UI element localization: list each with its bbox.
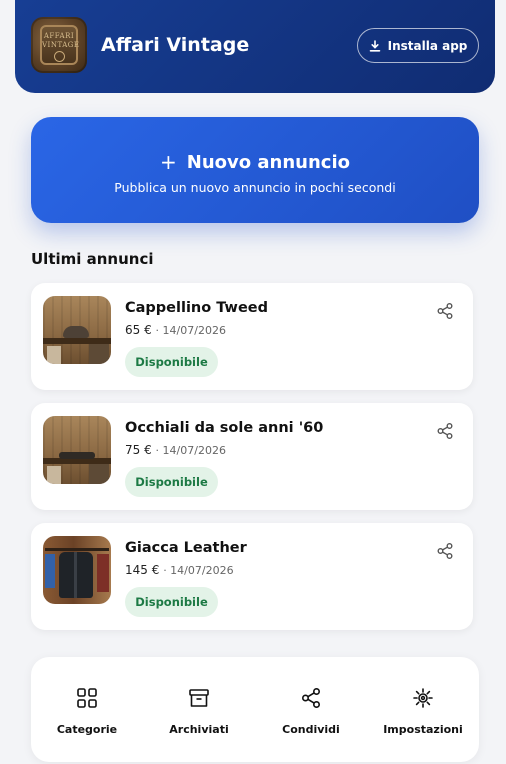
nav-label: Impostazioni xyxy=(383,723,463,736)
nav-label: Categorie xyxy=(56,723,118,736)
share-icon xyxy=(301,687,321,709)
section-title: Ultimi annunci xyxy=(31,250,154,268)
app-logo: AFFARI VINTAGE xyxy=(31,17,87,73)
listing-card[interactable]: Giacca Leather 145 € · 14/07/2026 Dispon… xyxy=(31,523,473,630)
new-listing-subtitle: Pubblica un nuovo annuncio in pochi seco… xyxy=(114,180,396,195)
status-badge: Disponibile xyxy=(125,467,218,497)
nav-item-categorie[interactable]: Categorie xyxy=(31,657,143,762)
listing-card[interactable]: Cappellino Tweed 65 € · 14/07/2026 Dispo… xyxy=(31,283,473,390)
plus-icon: + xyxy=(160,150,177,174)
app-header: AFFARI VINTAGE Affari Vintage Installa a… xyxy=(15,0,495,93)
new-listing-title: Nuovo annuncio xyxy=(186,151,350,173)
nav-label: Archiviati xyxy=(169,723,229,736)
listing-share-button[interactable] xyxy=(435,541,455,561)
bottom-nav: Categorie Archiviati Condividi Impostazi… xyxy=(31,657,479,762)
listing-title: Giacca Leather xyxy=(125,540,247,556)
listing-meta: 65 € · 14/07/2026 xyxy=(125,323,226,337)
listing-card[interactable]: Occhiali da sole anni '60 75 € · 14/07/2… xyxy=(31,403,473,510)
listing-thumbnail xyxy=(43,416,111,484)
share-icon xyxy=(437,543,453,559)
nav-item-archiviati[interactable]: Archiviati xyxy=(143,657,255,762)
app-title: Affari Vintage xyxy=(101,34,250,56)
listing-title: Cappellino Tweed xyxy=(125,300,269,316)
listing-title: Occhiali da sole anni '60 xyxy=(125,420,324,436)
listing-meta: 145 € · 14/07/2026 xyxy=(125,563,234,577)
gear-icon xyxy=(413,688,433,708)
new-listing-button[interactable]: + Nuovo annuncio Pubblica un nuovo annun… xyxy=(31,117,479,223)
logo-text-2: VINTAGE xyxy=(42,41,80,49)
listing-thumbnail xyxy=(43,536,111,604)
grid-icon xyxy=(77,688,97,708)
listing-share-button[interactable] xyxy=(435,421,455,441)
nav-item-impostazioni[interactable]: Impostazioni xyxy=(367,657,479,762)
listing-meta: 75 € · 14/07/2026 xyxy=(125,443,226,457)
listing-price: 75 € xyxy=(125,443,152,457)
share-icon xyxy=(437,423,453,439)
nav-item-condividi[interactable]: Condividi xyxy=(255,657,367,762)
listing-price: 145 € xyxy=(125,563,160,577)
listing-date: · 14/07/2026 xyxy=(163,564,234,577)
listing-thumbnail xyxy=(43,296,111,364)
install-app-label: Installa app xyxy=(387,38,468,53)
status-badge: Disponibile xyxy=(125,347,218,377)
download-icon xyxy=(369,39,380,52)
listing-price: 65 € xyxy=(125,323,152,337)
install-app-button[interactable]: Installa app xyxy=(357,28,479,63)
status-badge: Disponibile xyxy=(125,587,218,617)
share-icon xyxy=(437,303,453,319)
archive-icon xyxy=(189,689,209,707)
logo-text-1: AFFARI xyxy=(43,32,75,40)
listing-date: · 14/07/2026 xyxy=(155,324,226,337)
listing-date: · 14/07/2026 xyxy=(155,444,226,457)
listing-share-button[interactable] xyxy=(435,301,455,321)
nav-label: Condividi xyxy=(282,723,340,736)
